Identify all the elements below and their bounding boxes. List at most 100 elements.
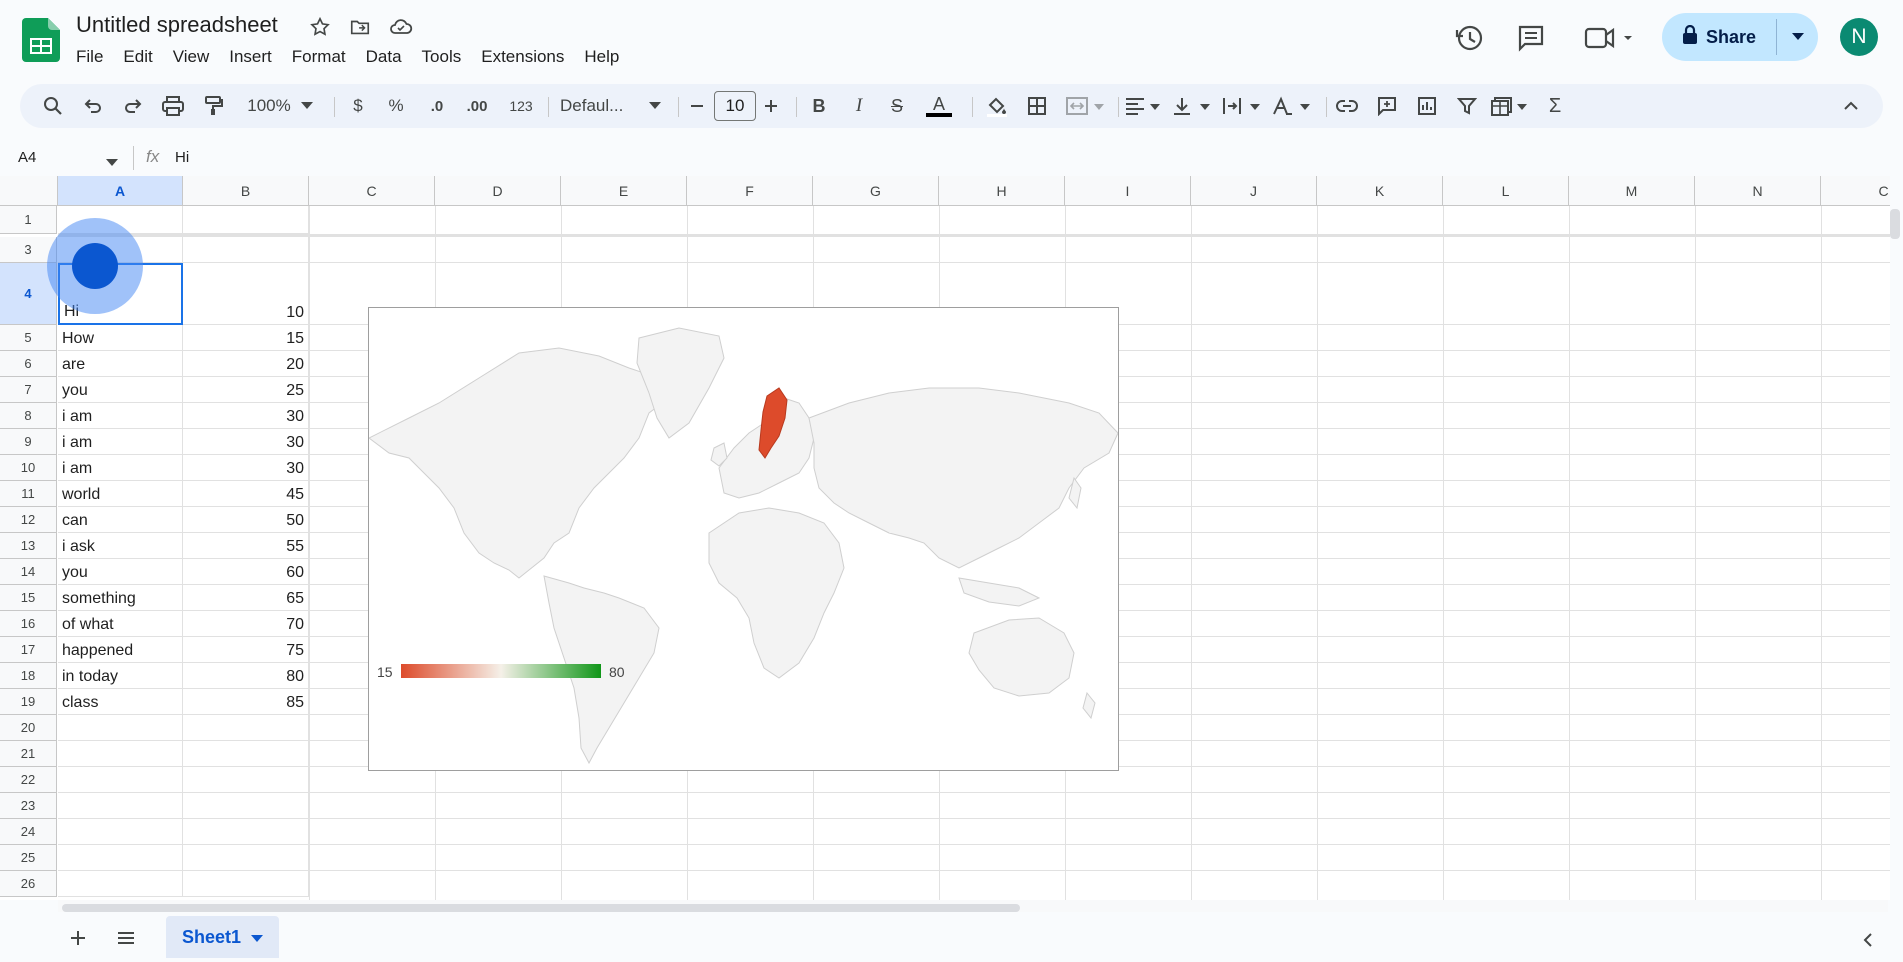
column-header-h[interactable]: H <box>939 176 1065 206</box>
column-header-f[interactable]: F <box>687 176 813 206</box>
vertical-align-icon[interactable] <box>1170 94 1218 118</box>
row-header[interactable]: 11 <box>0 481 57 507</box>
cell-b17[interactable]: 75 <box>183 637 309 663</box>
menu-file[interactable]: File <box>66 46 113 68</box>
select-all-corner[interactable] <box>0 176 58 206</box>
insert-link-icon[interactable] <box>1334 94 1360 118</box>
row-header[interactable]: 15 <box>0 585 57 611</box>
menu-data[interactable]: Data <box>356 46 412 68</box>
cell-b9[interactable]: 30 <box>183 429 309 455</box>
row-header[interactable]: 9 <box>0 429 57 455</box>
row-header[interactable]: 24 <box>0 819 57 845</box>
filter-icon[interactable] <box>1454 94 1480 118</box>
meet-icon[interactable] <box>1584 22 1636 54</box>
row-header[interactable]: 1 <box>0 206 57 234</box>
cell-b19[interactable]: 85 <box>183 689 309 715</box>
avatar[interactable]: N <box>1840 18 1878 56</box>
cell-b13[interactable]: 55 <box>183 533 309 559</box>
cell-b5[interactable]: 15 <box>183 325 309 351</box>
cell-b21[interactable] <box>183 741 309 767</box>
text-rotation-icon[interactable] <box>1270 94 1318 118</box>
font-caret-icon[interactable] <box>648 94 662 118</box>
decrease-decimal-button[interactable]: .0 <box>422 94 452 118</box>
print-icon[interactable] <box>160 94 186 118</box>
name-box[interactable]: A4 <box>0 146 124 170</box>
row-header[interactable]: 16 <box>0 611 57 637</box>
geo-chart[interactable]: 15 80 <box>368 307 1119 771</box>
cell-a6[interactable]: are <box>58 351 183 377</box>
column-header-b[interactable]: B <box>183 176 309 206</box>
search-menus-icon[interactable] <box>40 94 66 118</box>
cell-a17[interactable]: happened <box>58 637 183 663</box>
horizontal-scrollbar[interactable] <box>62 904 1020 912</box>
comments-icon[interactable] <box>1515 22 1547 54</box>
cloud-saved-icon[interactable] <box>389 16 413 38</box>
horizontal-align-icon[interactable] <box>1122 94 1166 118</box>
column-header-n[interactable]: N <box>1695 176 1821 206</box>
strikethrough-icon[interactable]: S <box>884 94 910 118</box>
menu-edit[interactable]: Edit <box>113 46 162 68</box>
cell-b12[interactable]: 50 <box>183 507 309 533</box>
column-header-o[interactable]: C <box>1821 176 1890 206</box>
all-sheets-icon[interactable] <box>114 926 138 950</box>
cell-b25[interactable] <box>183 845 309 871</box>
row-header[interactable]: 8 <box>0 403 57 429</box>
column-header-l[interactable]: L <box>1443 176 1569 206</box>
bold-icon[interactable]: B <box>806 94 832 118</box>
formula-input[interactable]: Hi <box>175 149 189 166</box>
column-header-i[interactable]: I <box>1065 176 1191 206</box>
row-header[interactable]: 13 <box>0 533 57 559</box>
cell-a20[interactable] <box>58 715 183 741</box>
zoom-select[interactable]: 100% <box>242 94 296 118</box>
row-header[interactable]: 25 <box>0 845 57 871</box>
collapse-toolbar-icon[interactable] <box>1838 94 1864 118</box>
row-header[interactable]: 17 <box>0 637 57 663</box>
cell-a9[interactable]: i am <box>58 429 183 455</box>
cell-a26[interactable] <box>58 871 183 897</box>
name-box-caret-icon[interactable] <box>106 154 118 171</box>
sheets-logo-icon[interactable] <box>22 18 62 62</box>
cell-a16[interactable]: of what <box>58 611 183 637</box>
text-color-icon[interactable]: A <box>924 94 954 118</box>
row-header[interactable]: 10 <box>0 455 57 481</box>
fill-color-icon[interactable] <box>982 94 1012 118</box>
version-history-icon[interactable] <box>1454 22 1486 54</box>
cell-b26[interactable] <box>183 871 309 897</box>
cell-a11[interactable]: world <box>58 481 183 507</box>
cell-b4[interactable]: 10 <box>183 263 309 325</box>
column-header-e[interactable]: E <box>561 176 687 206</box>
percent-format-button[interactable]: % <box>384 94 408 118</box>
cell-a15[interactable]: something <box>58 585 183 611</box>
cell-a10[interactable]: i am <box>58 455 183 481</box>
menu-extensions[interactable]: Extensions <box>471 46 574 68</box>
column-header-a[interactable]: A <box>58 176 183 206</box>
zoom-caret-icon[interactable] <box>300 94 314 118</box>
share-button[interactable]: Share <box>1662 13 1776 61</box>
row-header[interactable]: 22 <box>0 767 57 793</box>
increase-decimal-button[interactable]: .00 <box>462 94 492 118</box>
column-header-j[interactable]: J <box>1191 176 1317 206</box>
cell-b20[interactable] <box>183 715 309 741</box>
row-header[interactable]: 23 <box>0 793 57 819</box>
column-header-m[interactable]: M <box>1569 176 1695 206</box>
row-header[interactable]: 19 <box>0 689 57 715</box>
column-header-k[interactable]: K <box>1317 176 1443 206</box>
cell-a5[interactable]: How <box>58 325 183 351</box>
row-header[interactable]: 18 <box>0 663 57 689</box>
sheet-tab[interactable]: Sheet1 <box>166 916 279 958</box>
more-formats-button[interactable]: 123 <box>504 94 538 118</box>
row-header[interactable]: 6 <box>0 351 57 377</box>
cell-b22[interactable] <box>183 767 309 793</box>
text-wrapping-icon[interactable] <box>1220 94 1268 118</box>
cell-b14[interactable]: 60 <box>183 559 309 585</box>
cell-a8[interactable]: i am <box>58 403 183 429</box>
cell-a24[interactable] <box>58 819 183 845</box>
sheet-tab-caret-icon[interactable] <box>251 927 264 948</box>
cell-b7[interactable]: 25 <box>183 377 309 403</box>
document-title[interactable]: Untitled spreadsheet <box>76 12 278 38</box>
menu-view[interactable]: View <box>163 46 220 68</box>
cell-a12[interactable]: can <box>58 507 183 533</box>
cell-b16[interactable]: 70 <box>183 611 309 637</box>
cell-a19[interactable]: class <box>58 689 183 715</box>
increase-font-size-icon[interactable] <box>760 94 782 118</box>
